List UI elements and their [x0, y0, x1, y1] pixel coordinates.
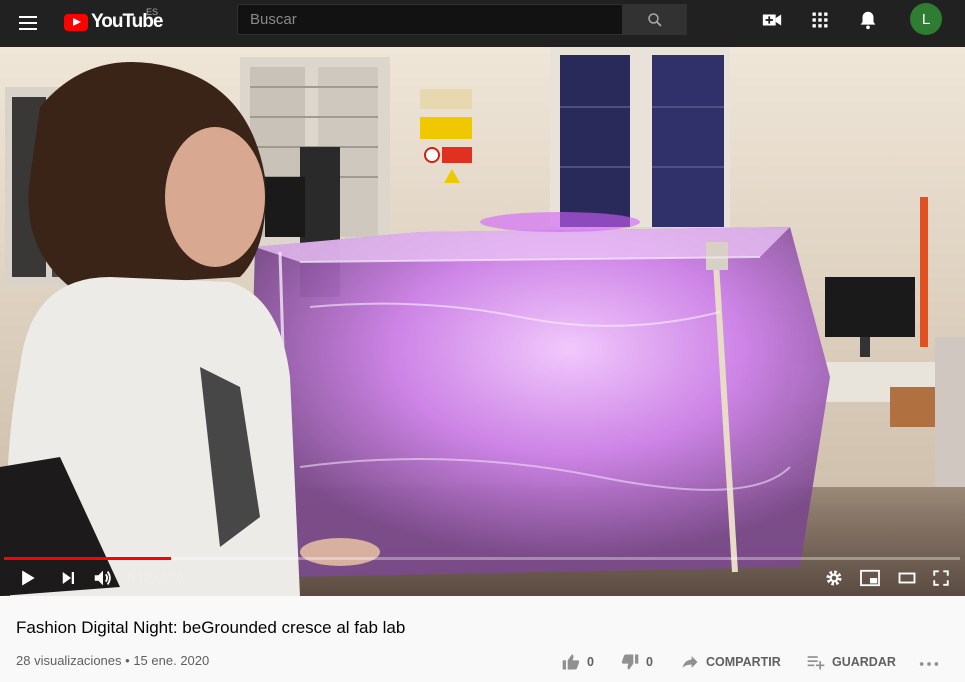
video-camera-plus-icon [762, 14, 782, 26]
playlist-add-icon [807, 656, 825, 670]
search-icon [647, 12, 662, 27]
video-stats: 28 visualizaciones • 15 ene. 2020 [16, 653, 209, 668]
time-display: 0:12 / 1:10 [127, 571, 184, 585]
masthead: YouTube ES L [0, 0, 965, 47]
play-icon [22, 570, 35, 586]
theater-icon [898, 572, 916, 584]
skip-next-icon [62, 572, 74, 584]
youtube-logo[interactable]: YouTube ES [64, 7, 163, 33]
video-frame [0, 47, 965, 596]
miniplayer-button[interactable] [857, 566, 883, 590]
search-input[interactable] [237, 4, 623, 35]
next-button[interactable] [56, 566, 80, 590]
like-button[interactable]: 0 [561, 652, 594, 672]
volume-icon [94, 570, 111, 586]
share-label: COMPARTIR [706, 655, 781, 669]
video-title: Fashion Digital Night: beGrounded cresce… [16, 618, 406, 637]
progress-bar[interactable] [4, 557, 960, 560]
player-controls: 0:12 / 1:10 [0, 562, 965, 596]
youtube-play-icon [64, 13, 88, 31]
video-info: Fashion Digital Night: beGrounded cresce… [0, 596, 965, 682]
share-button[interactable]: COMPARTIR [680, 652, 781, 672]
video-player[interactable]: 0:12 / 1:10 [0, 47, 965, 596]
dislike-count: 0 [646, 655, 653, 669]
create-video-button[interactable] [760, 8, 784, 32]
more-actions-button[interactable] [918, 654, 940, 679]
view-count: 28 visualizaciones [16, 653, 122, 668]
apps-button[interactable] [808, 8, 832, 32]
settings-button[interactable] [822, 566, 846, 590]
theater-mode-button[interactable] [895, 566, 919, 590]
notifications-button[interactable] [856, 8, 880, 32]
like-count: 0 [587, 655, 594, 669]
search-button[interactable] [622, 4, 687, 35]
fullscreen-icon [933, 570, 949, 586]
bell-icon [860, 11, 876, 30]
menu-icon[interactable] [16, 12, 40, 36]
gear-icon [826, 570, 842, 586]
stats-separator: • [125, 653, 130, 668]
save-button[interactable]: GUARDAR [806, 652, 896, 672]
progress-played [4, 557, 172, 560]
apps-grid-icon [812, 12, 828, 28]
more-horizontal-icon [919, 662, 939, 666]
publish-date: 15 ene. 2020 [133, 653, 210, 668]
logo-region: ES [146, 7, 159, 17]
fullscreen-button[interactable] [929, 566, 953, 590]
avatar[interactable]: L [910, 3, 942, 35]
thumbs-up-icon [562, 654, 580, 670]
play-button[interactable] [16, 566, 40, 590]
share-arrow-icon [682, 656, 698, 668]
thumbs-down-icon [621, 654, 639, 670]
mute-button[interactable] [91, 566, 115, 590]
miniplayer-icon [860, 569, 880, 587]
save-label: GUARDAR [832, 655, 896, 669]
dislike-button[interactable]: 0 [620, 652, 653, 672]
